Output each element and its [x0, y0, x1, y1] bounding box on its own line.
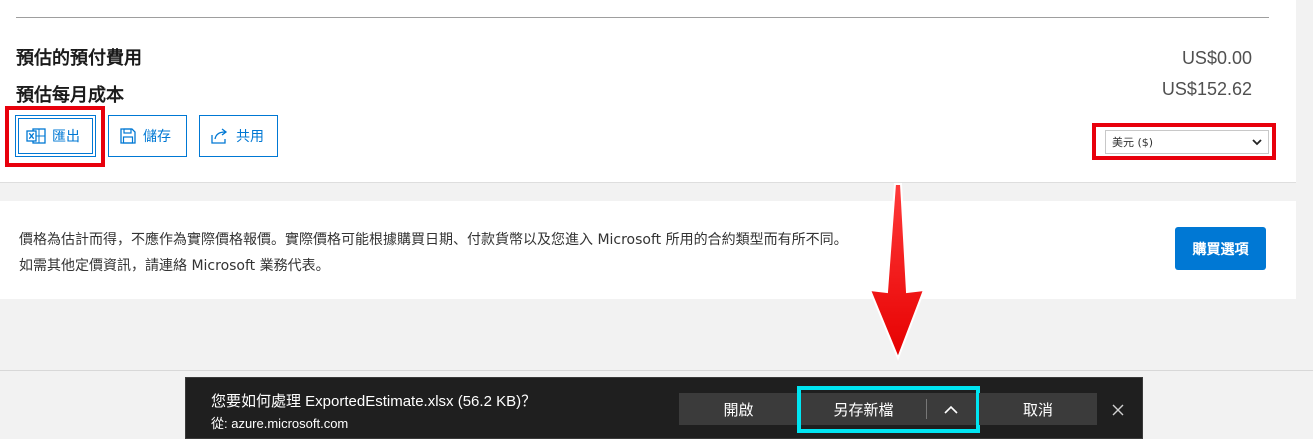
share-icon: [210, 127, 230, 145]
open-button[interactable]: 開啟: [679, 393, 798, 425]
purchase-options-button[interactable]: 購買選項: [1175, 227, 1266, 270]
upfront-cost-label: 預估的預付費用: [16, 48, 142, 69]
close-icon[interactable]: [1106, 398, 1130, 422]
save-icon: [119, 127, 137, 145]
save-button[interactable]: 儲存: [108, 115, 187, 157]
monthly-cost-value: US$152.62: [1161, 79, 1252, 99]
footer-divider: [0, 370, 1313, 371]
divider: [16, 17, 1269, 18]
currency-select[interactable]: 美元 ($): [1105, 130, 1269, 154]
download-prompt: 您要如何處理 ExportedEstimate.xlsx (56.2 KB)？: [211, 393, 537, 410]
download-source: 從: azure.microsoft.com: [211, 416, 349, 431]
red-arrow-down-icon: [868, 183, 926, 361]
monthly-cost-label: 預估每月成本: [16, 85, 124, 106]
share-label: 共用: [236, 129, 264, 145]
export-button[interactable]: 匯出: [15, 115, 96, 157]
export-label: 匯出: [52, 129, 80, 145]
save-label: 儲存: [143, 129, 171, 145]
pricing-notice-card: 價格為估計而得，不應作為實際價格報價。實際價格可能根據購買日期、付款貨幣以及您進…: [0, 201, 1296, 299]
pricing-disclaimer: 價格為估計而得，不應作為實際價格報價。實際價格可能根據購買日期、付款貨幣以及您進…: [19, 232, 848, 274]
chevron-down-icon: [1252, 136, 1262, 149]
save-as-highlight-box: [797, 386, 980, 433]
currency-select-value: 美元 ($): [1112, 136, 1154, 149]
download-bar: 您要如何處理 ExportedEstimate.xlsx (56.2 KB)？ …: [185, 377, 1143, 439]
estimate-summary-card: 預估的預付費用 US$0.00 預估每月成本 US$152.62 匯出 儲存 共…: [0, 0, 1296, 183]
share-button[interactable]: 共用: [199, 115, 278, 157]
upfront-cost-value: US$0.00: [1181, 48, 1252, 68]
cancel-button[interactable]: 取消: [979, 393, 1097, 425]
excel-icon: [26, 127, 46, 145]
